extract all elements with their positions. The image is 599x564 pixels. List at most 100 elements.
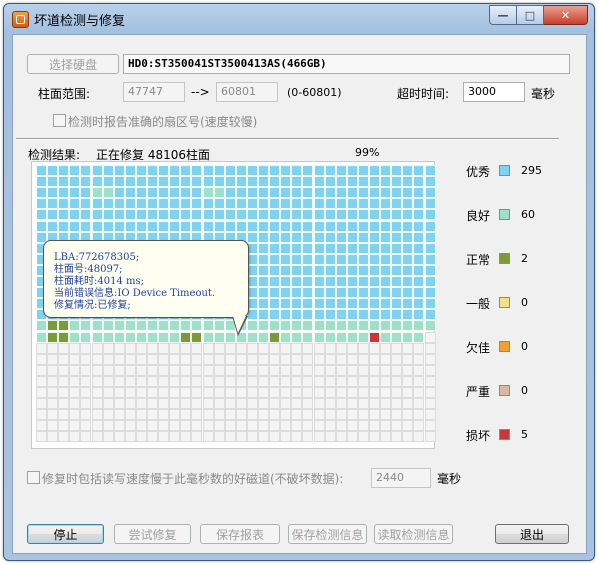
cylinder-cell[interactable] <box>124 176 136 188</box>
cylinder-cell[interactable] <box>413 209 425 221</box>
cylinder-cell[interactable] <box>424 375 436 387</box>
cylinder-cell[interactable] <box>36 342 47 354</box>
cylinder-cell[interactable] <box>380 220 392 232</box>
cylinder-cell[interactable] <box>58 420 70 432</box>
cylinder-cell[interactable] <box>324 187 336 199</box>
cylinder-cell[interactable] <box>180 375 192 387</box>
cylinder-cell[interactable] <box>291 309 303 321</box>
cylinder-cell[interactable] <box>391 353 403 365</box>
cylinder-cell[interactable] <box>324 176 336 188</box>
cylinder-cell[interactable] <box>302 220 314 232</box>
cylinder-cell[interactable] <box>280 298 292 310</box>
cylinder-cell[interactable] <box>391 409 403 421</box>
cylinder-cell[interactable] <box>58 364 70 376</box>
cylinder-cell[interactable] <box>180 431 192 443</box>
cylinder-cell[interactable] <box>324 387 336 398</box>
cylinder-cell[interactable] <box>335 253 347 265</box>
cylinder-cell[interactable] <box>91 431 103 443</box>
cylinder-cell[interactable] <box>335 231 347 243</box>
save-report-button[interactable]: 保存报表 <box>200 524 280 544</box>
cylinder-cell[interactable] <box>147 420 158 432</box>
cylinder-cell[interactable] <box>357 353 369 365</box>
cylinder-cell[interactable] <box>202 176 214 188</box>
cylinder-cell[interactable] <box>291 176 303 188</box>
cylinder-cell[interactable] <box>335 176 347 188</box>
cylinder-cell[interactable] <box>80 353 92 365</box>
cylinder-cell[interactable] <box>313 309 325 321</box>
cylinder-cell[interactable] <box>113 342 125 354</box>
cylinder-cell[interactable] <box>269 220 281 232</box>
cylinder-cell[interactable] <box>147 165 158 176</box>
cylinder-cell[interactable] <box>380 331 392 343</box>
cylinder-cell[interactable] <box>69 431 81 443</box>
cylinder-cell[interactable] <box>280 276 292 287</box>
cylinder-cell[interactable] <box>91 364 103 376</box>
cylinder-cell[interactable] <box>213 165 225 176</box>
cylinder-cell[interactable] <box>413 298 425 310</box>
cylinder-cell[interactable] <box>180 176 192 188</box>
cylinder-cell[interactable] <box>135 375 147 387</box>
cylinder-cell[interactable] <box>69 375 81 387</box>
cylinder-cell[interactable] <box>91 220 103 232</box>
cylinder-cell[interactable] <box>246 187 258 199</box>
cylinder-cell[interactable] <box>380 309 392 321</box>
cylinder-cell[interactable] <box>335 353 347 365</box>
cylinder-cell[interactable] <box>280 242 292 254</box>
cylinder-cell[interactable] <box>291 253 303 265</box>
cylinder-cell[interactable] <box>246 342 258 354</box>
cylinder-cell[interactable] <box>424 253 436 265</box>
cylinder-cell[interactable] <box>302 209 314 221</box>
cylinder-cell[interactable] <box>147 431 158 443</box>
cylinder-cell[interactable] <box>269 298 281 310</box>
cylinder-cell[interactable] <box>235 220 247 232</box>
cylinder-cell[interactable] <box>291 220 303 232</box>
cylinder-cell[interactable] <box>36 420 47 432</box>
cylinder-cell[interactable] <box>357 165 369 176</box>
cylinder-cell[interactable] <box>235 353 247 365</box>
cylinder-cell[interactable] <box>80 398 92 410</box>
cylinder-cell[interactable] <box>369 309 380 321</box>
cylinder-cell[interactable] <box>158 364 170 376</box>
cylinder-cell[interactable] <box>280 409 292 421</box>
cylinder-cell[interactable] <box>246 398 258 410</box>
cylinder-cell[interactable] <box>113 420 125 432</box>
cylinder-cell[interactable] <box>169 398 181 410</box>
cylinder-cell[interactable] <box>357 298 369 310</box>
cylinder-cell[interactable] <box>47 342 59 354</box>
cylinder-cell[interactable] <box>346 387 358 398</box>
cylinder-cell[interactable] <box>191 387 203 398</box>
cylinder-cell[interactable] <box>180 165 192 176</box>
cylinder-cell[interactable] <box>124 331 136 343</box>
cylinder-cell[interactable] <box>380 431 392 443</box>
cylinder-cell[interactable] <box>402 231 414 243</box>
cylinder-cell[interactable] <box>391 176 403 188</box>
cylinder-cell[interactable] <box>47 187 59 199</box>
cylinder-cell[interactable] <box>291 375 303 387</box>
cylinder-cell[interactable] <box>424 276 436 287</box>
cylinder-cell[interactable] <box>113 431 125 443</box>
cylinder-cell[interactable] <box>335 420 347 432</box>
cylinder-cell[interactable] <box>269 187 281 199</box>
cylinder-cell[interactable] <box>413 431 425 443</box>
cylinder-cell[interactable] <box>169 420 181 432</box>
cylinder-cell[interactable] <box>213 342 225 354</box>
cylinder-cell[interactable] <box>235 387 247 398</box>
cylinder-cell[interactable] <box>91 176 103 188</box>
cylinder-cell[interactable] <box>235 209 247 221</box>
cylinder-cell[interactable] <box>58 431 70 443</box>
cylinder-cell[interactable] <box>213 209 225 221</box>
cylinder-cell[interactable] <box>258 187 269 199</box>
cylinder-cell[interactable] <box>335 375 347 387</box>
cylinder-cell[interactable] <box>357 253 369 265</box>
cylinder-cell[interactable] <box>80 320 92 332</box>
cylinder-cell[interactable] <box>313 409 325 421</box>
cylinder-cell[interactable] <box>180 331 192 343</box>
cylinder-cell[interactable] <box>235 176 247 188</box>
cylinder-cell[interactable] <box>113 198 125 210</box>
cylinder-cell[interactable] <box>246 375 258 387</box>
cylinder-cell[interactable] <box>424 209 436 221</box>
cylinder-cell[interactable] <box>391 420 403 432</box>
cylinder-cell[interactable] <box>124 431 136 443</box>
cylinder-cell[interactable] <box>202 209 214 221</box>
cylinder-cell[interactable] <box>80 198 92 210</box>
